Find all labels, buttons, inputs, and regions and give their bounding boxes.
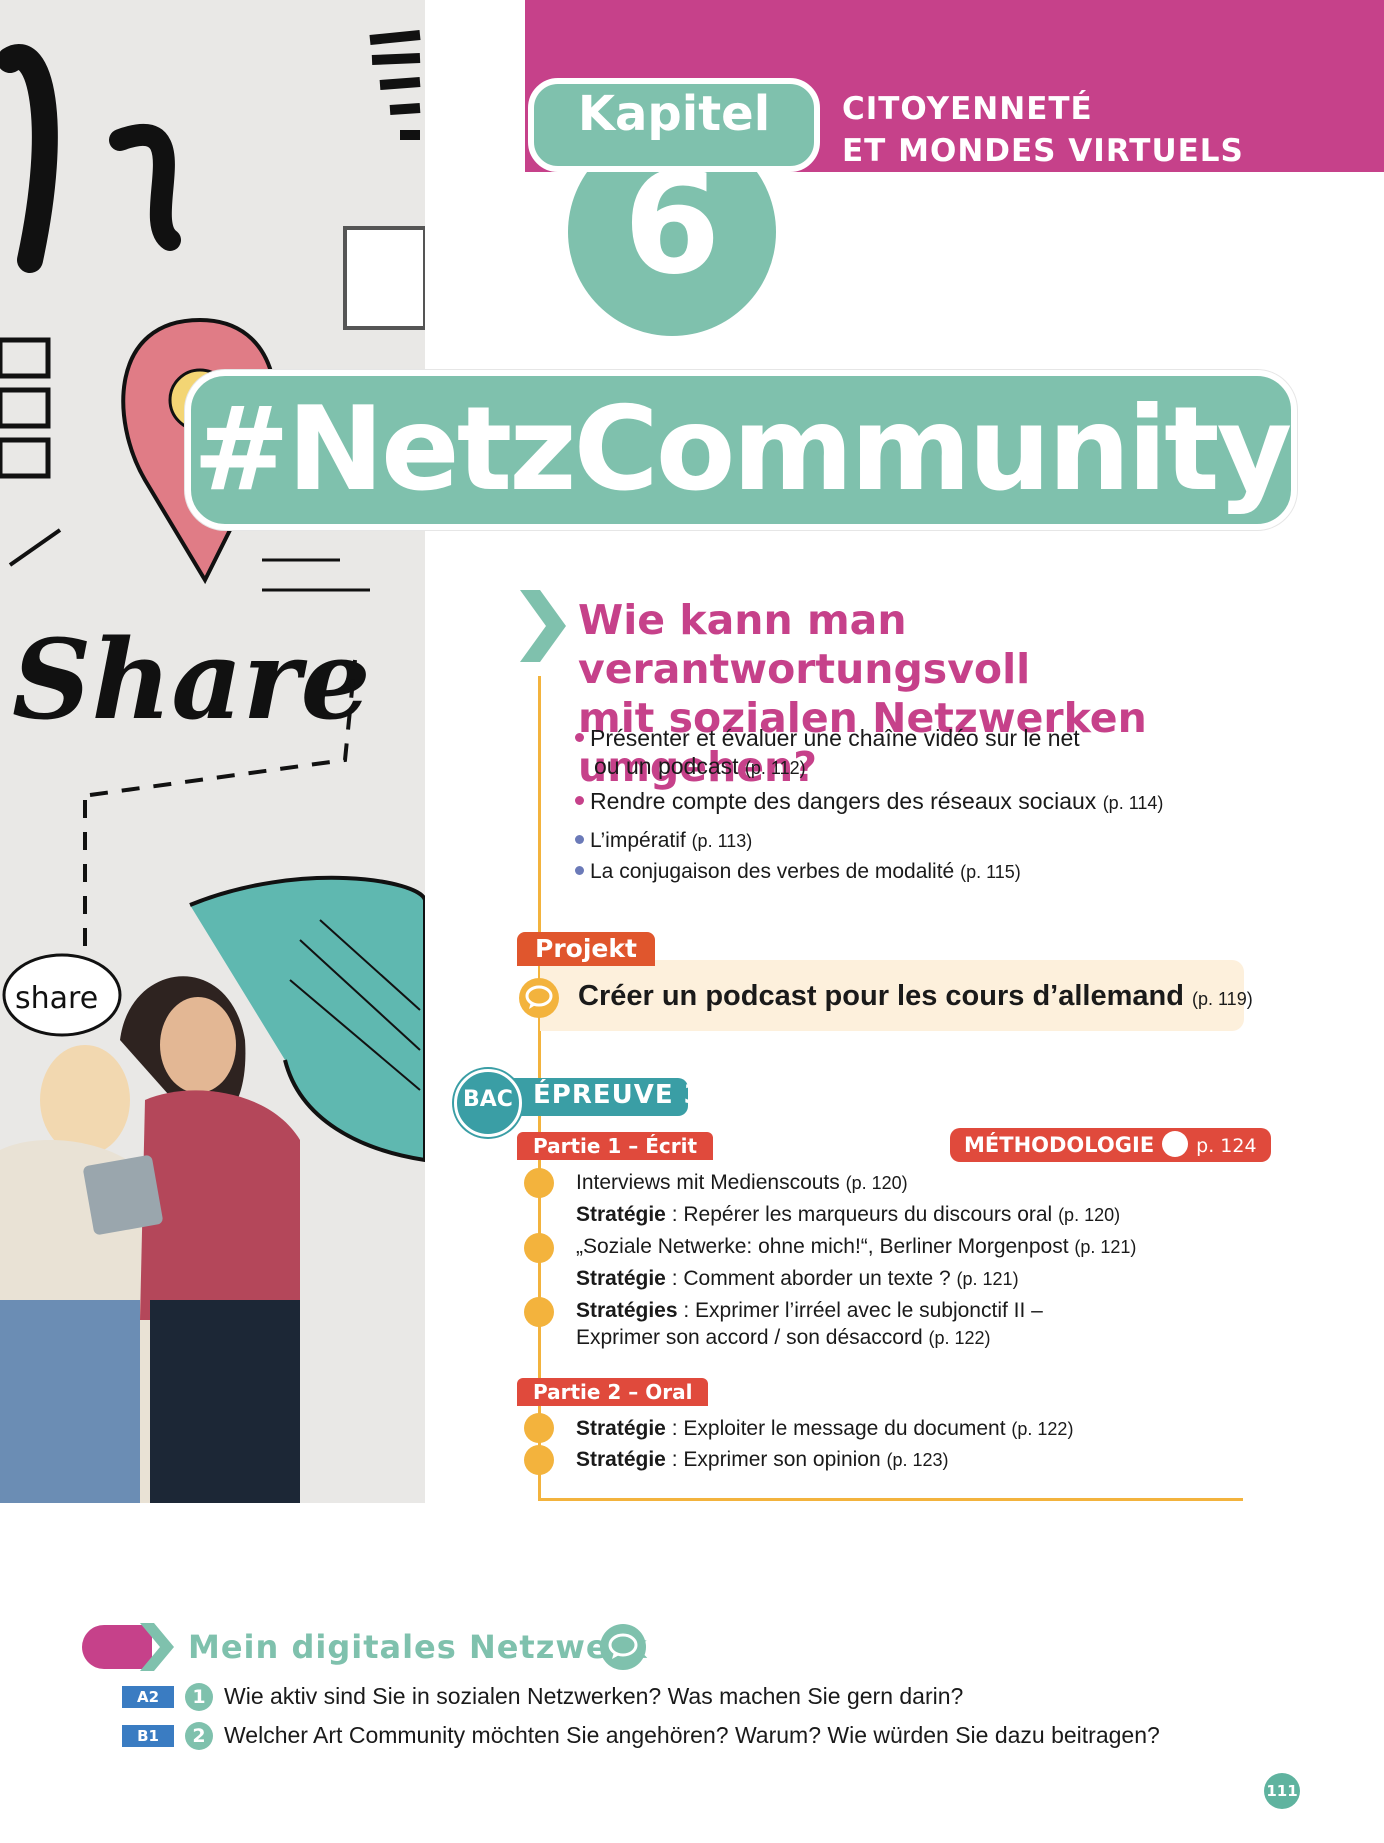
partie-1-label: Partie 1 – Écrit: [517, 1132, 714, 1160]
svg-text:share: share: [15, 981, 98, 1016]
bullet-icon: [575, 834, 584, 844]
item-text: : Exploiter le message du document: [665, 1417, 1006, 1440]
question-number: 1: [185, 1683, 213, 1711]
theme-line-1: CITOYENNETÉ: [842, 91, 1093, 127]
timeline-base-line: [538, 1498, 1243, 1501]
item-text: : Comment aborder un texte ?: [665, 1267, 951, 1290]
speech-bubble-icon: [600, 1624, 646, 1670]
methodologie-label: MÉTHODOLOGIE: [964, 1133, 1155, 1157]
projekt-title: Créer un podcast pour les cours d’allema…: [578, 980, 1184, 1012]
section-title: Mein digitales Netzwerk: [188, 1628, 648, 1666]
discussion-question: Wie aktiv sind Sie in sozialen Netzwerke…: [224, 1683, 964, 1709]
partie-item: „Soziale Netwerke: ohne mich!“, Berliner…: [576, 1233, 1136, 1261]
bullet-icon: [575, 796, 584, 806]
projekt-text: Créer un podcast pour les cours d’allema…: [578, 980, 1253, 1013]
item-label: Stratégies: [576, 1299, 678, 1322]
item-text: : Exprimer son opinion: [665, 1448, 881, 1471]
partie-item: Exprimer son accord / son désaccord (p. …: [576, 1324, 991, 1352]
bullet-icon: [575, 733, 584, 743]
chevron-right-icon: [140, 1623, 174, 1671]
headphones-icon: [524, 1168, 554, 1198]
objective-item: Rendre compte des dangers des réseaux so…: [575, 787, 1163, 817]
item-label: Stratégie: [576, 1417, 666, 1440]
partie-item: Stratégies : Exprimer l’irréel avec le s…: [576, 1297, 1043, 1324]
objective-text: Rendre compte des dangers des réseaux so…: [590, 788, 1097, 814]
question-line-1: Wie kann man verantwortungsvoll: [578, 596, 1031, 693]
objective-text: La conjugaison des verbes de modalité: [590, 860, 955, 883]
epreuve-title: ÉPREUVE 3: [533, 1080, 703, 1110]
objective-item: Présenter et évaluer une chaîne vidéo su…: [575, 724, 1080, 752]
page-ref: (p. 122): [928, 1328, 991, 1348]
item-label: Stratégie: [576, 1267, 666, 1290]
objective-item: L’impératif (p. 113): [575, 827, 752, 855]
bac-badge-label: BAC: [463, 1087, 513, 1112]
objective-item: La conjugaison des verbes de modalité (p…: [575, 858, 1021, 886]
item-text: Interviews mit Medienscouts: [576, 1171, 840, 1194]
objective-text: L’impératif: [590, 829, 686, 852]
discussion-question: Welcher Art Community möchten Sie angehö…: [224, 1722, 1160, 1748]
item-label: Stratégie: [576, 1203, 666, 1226]
discussion-icon: [524, 1445, 554, 1475]
item-text: „Soziale Netwerke: ohne mich!“, Berliner…: [576, 1235, 1069, 1258]
theme-line-2: ET MONDES VIRTUELS: [842, 133, 1244, 169]
question-number: 2: [185, 1722, 213, 1750]
page-ref: (p. 115): [960, 862, 1021, 882]
methodologie-badge: MÉTHODOLOGIE p. 124: [950, 1128, 1271, 1162]
share-large-text: Share: [12, 615, 371, 744]
partie-2-label: Partie 2 – Oral: [517, 1378, 709, 1406]
chapter-title: #NetzCommunity: [192, 382, 1292, 517]
chapter-label: Kapitel: [577, 86, 771, 142]
theme-title: CITOYENNETÉ ET MONDES VIRTUELS: [842, 88, 1244, 172]
objective-text: Présenter et évaluer une chaîne vidéo su…: [590, 725, 1080, 751]
chapter-number: 6: [623, 143, 721, 306]
item-label: Stratégie: [576, 1448, 666, 1471]
partie-item: Stratégie : Exprimer son opinion (p. 123…: [576, 1446, 949, 1474]
cover-photo: Share share: [0, 0, 425, 1503]
speech-bubble-icon: [524, 1413, 554, 1443]
item-text: : Repérer les marqueurs du discours oral: [665, 1203, 1053, 1226]
speech-bubble-icon: [519, 978, 559, 1018]
pencil-icon: [524, 1297, 554, 1327]
partie-item: Stratégie : Exploiter le message du docu…: [576, 1415, 1073, 1443]
page-ref: (p. 113): [691, 831, 753, 851]
page-ref: p. 124: [1196, 1135, 1257, 1157]
page-ref: (p. 119): [1192, 989, 1253, 1009]
projekt-label: Projekt: [517, 932, 655, 966]
item-text: Exprimer son accord / son désaccord: [576, 1326, 923, 1349]
book-icon: [524, 1233, 554, 1263]
objective-text: ou un podcast: [594, 753, 739, 779]
partie-item: Stratégie : Comment aborder un texte ? (…: [576, 1265, 1019, 1293]
page-ref: (p. 121): [956, 1269, 1019, 1289]
page-ref: (p. 120): [1058, 1205, 1121, 1225]
page-ref: (p. 112): [744, 758, 806, 778]
headphones-icon: [1162, 1131, 1189, 1157]
partie-item: Stratégie : Repérer les marqueurs du dis…: [576, 1201, 1120, 1229]
partie-item: Interviews mit Medienscouts (p. 120): [576, 1169, 908, 1197]
page-ref: (p. 120): [845, 1173, 908, 1193]
page-ref: (p. 114): [1102, 793, 1164, 813]
objective-item: ou un podcast (p. 112): [594, 752, 806, 782]
page-ref: (p. 122): [1011, 1419, 1074, 1439]
level-badge: A2: [122, 1686, 174, 1708]
chevron-right-icon: [520, 590, 566, 662]
page-ref: (p. 123): [886, 1450, 949, 1470]
page-number: 111: [1264, 1773, 1300, 1809]
bullet-icon: [575, 865, 584, 875]
level-badge: B1: [122, 1725, 174, 1747]
page-ref: (p. 121): [1074, 1237, 1137, 1257]
item-text: : Exprimer l’irréel avec le subjonctif I…: [677, 1299, 1043, 1322]
